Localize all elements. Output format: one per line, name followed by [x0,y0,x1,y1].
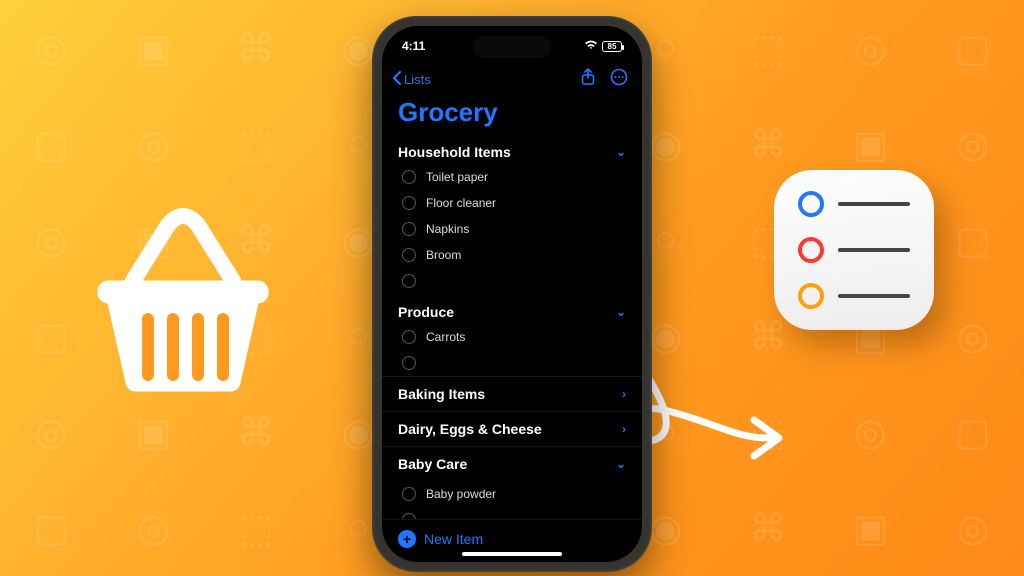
chevron-left-icon [392,71,402,88]
section-label: Baby Care [398,456,467,472]
basket-icon [78,195,288,400]
list-title: Grocery [382,95,642,136]
home-indicator[interactable] [462,552,562,556]
section-label: Dairy, Eggs & Cheese [398,421,542,437]
share-icon[interactable] [580,68,596,91]
section-head-babycare[interactable]: Baby Care ⌄ [382,446,642,481]
section-label: Household Items [398,144,511,160]
checkbox-circle[interactable] [402,487,416,501]
checkbox-circle[interactable] [402,330,416,344]
reminder-item-empty[interactable] [382,350,642,376]
checkbox-circle[interactable] [402,274,416,288]
screen: 4:11 85 Lists [382,26,642,562]
reminder-item[interactable]: Toilet paper [382,164,642,190]
checkbox-circle[interactable] [402,356,416,370]
reminder-item[interactable]: Baby powder [382,481,642,507]
reminder-item-empty[interactable] [382,268,642,294]
chevron-down-icon: ⌄ [616,305,626,319]
reminder-item[interactable]: Napkins [382,216,642,242]
chevron-down-icon: ⌄ [616,145,626,159]
reminder-item[interactable]: Carrots [382,324,642,350]
dynamic-island [473,36,551,58]
back-label: Lists [404,72,431,87]
status-time: 4:11 [402,39,425,53]
new-item-label: New Item [424,531,483,547]
chevron-down-icon: ⌄ [616,457,626,471]
reminder-item[interactable]: Broom [382,242,642,268]
more-icon[interactable] [610,68,628,91]
checkbox-circle[interactable] [402,248,416,262]
section-head-produce[interactable]: Produce ⌄ [382,294,642,324]
section-head-baking[interactable]: Baking Items › [382,376,642,411]
checkbox-circle[interactable] [402,170,416,184]
section-head-household[interactable]: Household Items ⌄ [382,136,642,164]
section-label: Produce [398,304,454,320]
battery-icon: 85 [602,41,622,52]
iphone-frame: 4:11 85 Lists [372,16,652,572]
reminder-item-empty[interactable] [382,507,642,519]
reminders-app-icon [774,170,934,330]
list-content[interactable]: Household Items ⌄ Toilet paper Floor cle… [382,136,642,519]
wifi-icon [584,39,598,53]
checkbox-circle[interactable] [402,196,416,210]
chevron-right-icon: › [622,387,626,401]
back-button[interactable]: Lists [392,71,431,88]
promo-stage: ◎▣⌘◉◇▤○⬚◎▢ ▢◎⬚○▤◇◉⌘▣◎ ◎▣⌘◉◇▤○⬚◎▢ ▢◎⬚○▤◇◉… [0,0,1024,576]
section-label: Baking Items [398,386,485,402]
chevron-right-icon: › [622,422,626,436]
checkbox-circle[interactable] [402,222,416,236]
reminder-item[interactable]: Floor cleaner [382,190,642,216]
nav-bar: Lists [382,66,642,95]
plus-circle-icon: + [398,530,416,548]
section-head-dairy[interactable]: Dairy, Eggs & Cheese › [382,411,642,446]
